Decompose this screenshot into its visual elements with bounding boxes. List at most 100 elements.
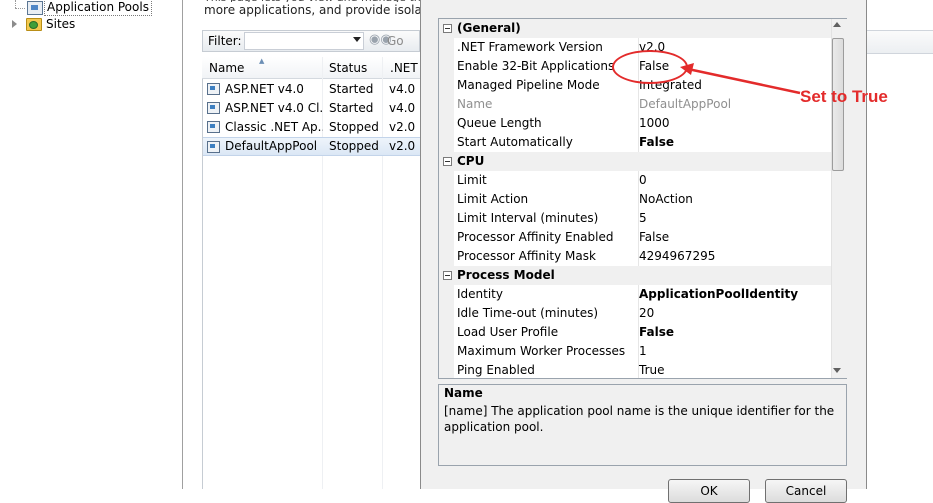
pool-name: ASP.NET v4.0 bbox=[225, 82, 304, 96]
column-header-net[interactable]: .NET bbox=[390, 61, 418, 75]
property-name: Limit Action bbox=[457, 192, 529, 206]
page-description-line2: more applications, and provide isolation bbox=[204, 3, 434, 17]
filter-dropdown-icon[interactable] bbox=[353, 37, 361, 42]
property-name: Name bbox=[457, 97, 493, 111]
tree-item-label: Application Pools bbox=[44, 0, 152, 16]
property-value[interactable]: 4294967295 bbox=[638, 247, 829, 266]
property-name: Processor Affinity Enabled bbox=[457, 230, 614, 244]
filter-input[interactable] bbox=[244, 32, 364, 50]
property-name: Limit bbox=[457, 173, 487, 187]
property-row[interactable]: Queue Length 1000 bbox=[439, 114, 831, 133]
property-name: Ping Enabled bbox=[457, 363, 535, 377]
app-pool-icon bbox=[207, 83, 220, 95]
pool-name: ASP.NET v4.0 Cl... bbox=[225, 101, 323, 115]
tree-item-label: Sites bbox=[46, 17, 76, 31]
property-row[interactable]: Maximum Worker Processes 1 bbox=[439, 342, 831, 361]
property-value[interactable]: False bbox=[638, 228, 829, 247]
collapse-icon[interactable] bbox=[443, 24, 452, 33]
property-value[interactable]: 1000 bbox=[638, 114, 829, 133]
app-pool-icon bbox=[207, 102, 220, 114]
property-row[interactable]: Limit Interval (minutes) 5 bbox=[439, 209, 831, 228]
row-gutter bbox=[439, 342, 454, 361]
property-row[interactable]: Processor Affinity Enabled False bbox=[439, 228, 831, 247]
property-name: Enable 32-Bit Applications bbox=[457, 59, 615, 73]
expand-arrow-icon[interactable] bbox=[12, 20, 17, 28]
ok-button[interactable]: OK bbox=[668, 479, 750, 503]
row-gutter bbox=[439, 95, 454, 114]
go-binoculars-icon[interactable]: ◉◉ bbox=[369, 33, 392, 47]
row-gutter bbox=[439, 209, 454, 228]
category-process-model[interactable]: Process Model bbox=[439, 266, 831, 285]
category-general[interactable]: (General) bbox=[439, 19, 831, 38]
description-title: Name bbox=[444, 386, 483, 400]
property-name: Processor Affinity Mask bbox=[457, 249, 596, 263]
property-row[interactable]: Load User Profile False bbox=[439, 323, 831, 342]
category-cpu[interactable]: CPU bbox=[439, 152, 831, 171]
pool-net-version: v2.0 bbox=[389, 120, 416, 134]
row-gutter bbox=[439, 133, 454, 152]
pool-net-version: v4.0 bbox=[389, 82, 416, 96]
list-item[interactable]: ASP.NET v4.0 Started v4.0 bbox=[203, 80, 420, 99]
property-name: Start Automatically bbox=[457, 135, 573, 149]
row-gutter bbox=[439, 323, 454, 342]
row-gutter bbox=[439, 361, 454, 378]
pool-name: DefaultAppPool bbox=[225, 139, 318, 153]
cancel-button[interactable]: Cancel bbox=[765, 479, 847, 503]
scroll-up-icon[interactable] bbox=[833, 22, 841, 27]
sort-ascending-icon: ▲ bbox=[259, 57, 265, 65]
column-header-name[interactable]: Name bbox=[209, 61, 244, 75]
row-gutter bbox=[439, 190, 454, 209]
list-item[interactable]: ASP.NET v4.0 Cl... Started v4.0 bbox=[203, 99, 420, 118]
sites-folder-icon bbox=[26, 18, 42, 31]
scroll-down-icon[interactable] bbox=[833, 368, 841, 373]
row-gutter bbox=[439, 304, 454, 323]
property-value[interactable]: NoAction bbox=[638, 190, 829, 209]
property-row[interactable]: Name DefaultAppPool bbox=[439, 95, 831, 114]
pool-net-version: v2.0 bbox=[389, 139, 416, 153]
connections-tree: Application Pools Sites bbox=[0, 0, 183, 489]
property-value[interactable]: False bbox=[638, 323, 829, 342]
property-value[interactable]: True bbox=[638, 361, 829, 378]
description-body: [name] The application pool name is the … bbox=[444, 404, 835, 434]
property-row[interactable]: Ping Enabled True bbox=[439, 361, 831, 378]
property-name: Load User Profile bbox=[457, 325, 559, 339]
annotation-circle bbox=[612, 50, 688, 84]
property-row[interactable]: Limit Action NoAction bbox=[439, 190, 831, 209]
list-item[interactable]: Classic .NET Ap... Stopped v2.0 bbox=[203, 118, 420, 137]
property-name: Queue Length bbox=[457, 116, 542, 130]
property-value[interactable]: 0 bbox=[638, 171, 829, 190]
pool-name: Classic .NET Ap... bbox=[225, 120, 323, 134]
property-row[interactable]: Processor Affinity Mask 4294967295 bbox=[439, 247, 831, 266]
property-value[interactable]: 1 bbox=[638, 342, 829, 361]
row-gutter bbox=[439, 228, 454, 247]
tree-item-sites[interactable]: Sites bbox=[0, 15, 150, 33]
app-pool-stopped-icon bbox=[207, 141, 220, 153]
property-name: Identity bbox=[457, 287, 503, 301]
property-row[interactable]: Identity ApplicationPoolIdentity bbox=[439, 285, 831, 304]
column-header-status[interactable]: Status bbox=[329, 61, 367, 75]
property-value[interactable]: False bbox=[638, 133, 829, 152]
row-gutter bbox=[439, 38, 454, 57]
row-gutter bbox=[439, 247, 454, 266]
pool-status: Stopped bbox=[329, 139, 379, 153]
property-name: .NET Framework Version bbox=[457, 40, 603, 54]
collapse-icon[interactable] bbox=[443, 271, 452, 280]
tree-item-application-pools[interactable]: Application Pools bbox=[0, 0, 152, 16]
property-value[interactable]: 5 bbox=[638, 209, 829, 228]
property-row[interactable]: Start Automatically False bbox=[439, 133, 831, 152]
property-name: Idle Time-out (minutes) bbox=[457, 306, 599, 320]
list-item-selected[interactable]: DefaultAppPool Stopped v2.0 bbox=[203, 137, 420, 156]
property-value[interactable]: ApplicationPoolIdentity bbox=[638, 285, 829, 304]
property-row[interactable]: Limit 0 bbox=[439, 171, 831, 190]
background-toolbar bbox=[867, 31, 933, 54]
row-gutter bbox=[439, 171, 454, 190]
page-description: This page lets you view and manage the m… bbox=[204, 0, 434, 18]
collapse-icon[interactable] bbox=[443, 157, 452, 166]
property-name: Limit Interval (minutes) bbox=[457, 211, 599, 225]
property-row[interactable]: Idle Time-out (minutes) 20 bbox=[439, 304, 831, 323]
go-button[interactable]: Go bbox=[387, 34, 404, 48]
row-gutter bbox=[439, 114, 454, 133]
pool-status: Stopped bbox=[329, 120, 379, 134]
property-value[interactable]: 20 bbox=[638, 304, 829, 323]
category-label: CPU bbox=[457, 154, 485, 168]
